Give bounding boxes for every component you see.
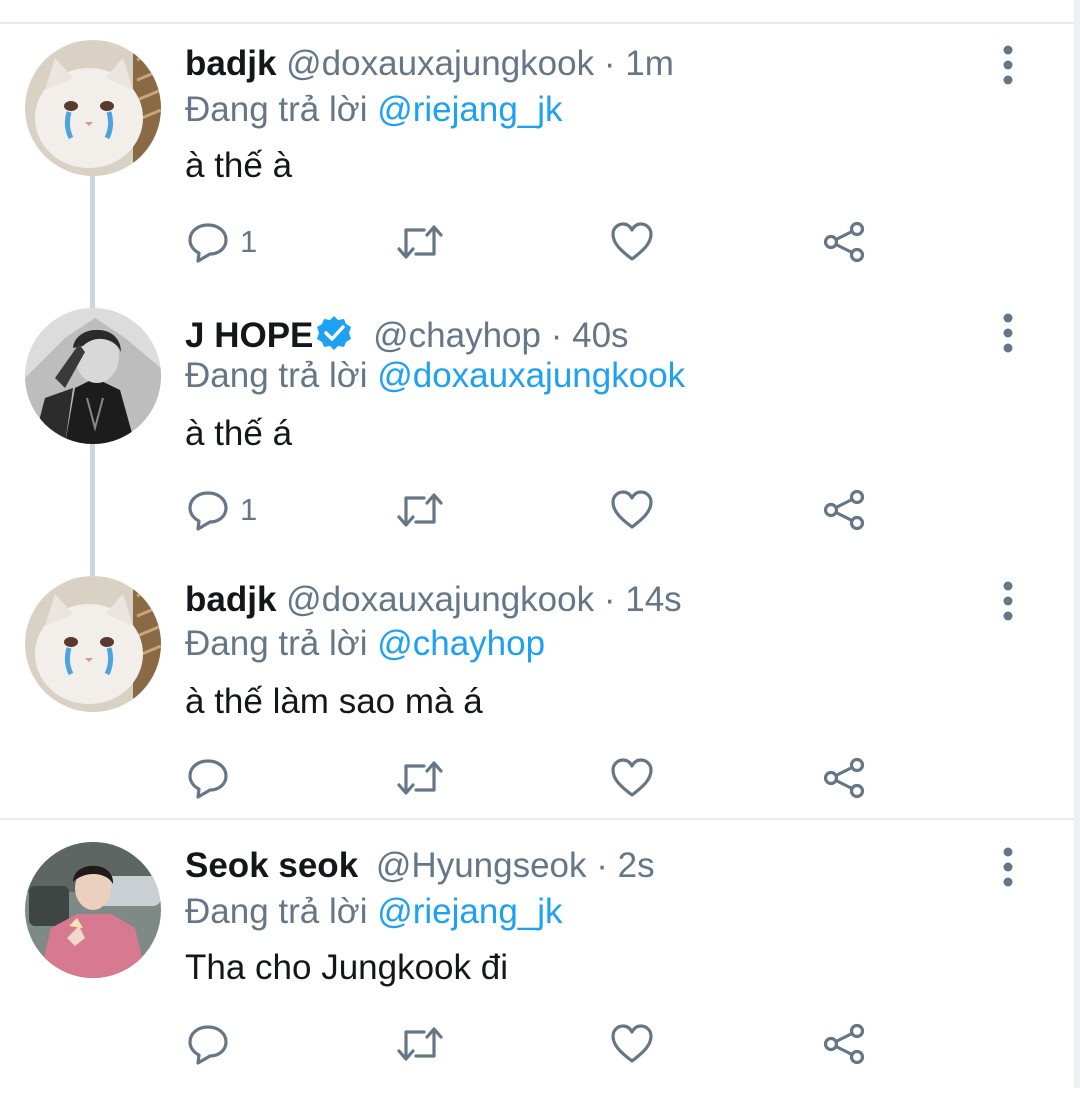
vertical-ellipsis-icon — [1003, 45, 1013, 85]
heart-outline-icon — [611, 222, 653, 261]
display-name[interactable]: badjk — [185, 44, 276, 83]
heart-outline-icon — [611, 1024, 653, 1063]
timeline-right-border — [1074, 0, 1080, 1088]
retweet-arrows-icon — [397, 761, 443, 795]
tweet-text: à thế à — [185, 146, 293, 185]
replying-prefix: Đang trả lời — [185, 624, 368, 663]
share-nodes-icon — [823, 489, 865, 531]
user-handle[interactable]: @doxauxajungkook — [286, 44, 594, 83]
tweet-text: Tha cho Jungkook đi — [185, 948, 508, 987]
retweet-arrows-icon — [397, 1027, 443, 1061]
share-button[interactable] — [822, 488, 866, 532]
more-options-button[interactable] — [996, 312, 1020, 354]
retweet-button[interactable] — [396, 488, 444, 532]
timestamp[interactable]: · 2s — [596, 846, 654, 885]
heart-outline-icon — [611, 490, 653, 529]
like-button[interactable] — [610, 488, 654, 532]
user-handle[interactable]: @chayhop — [373, 316, 541, 355]
share-nodes-icon — [823, 757, 865, 799]
vertical-ellipsis-icon — [1003, 581, 1013, 621]
tweet[interactable]: J HOPE @chayhop · 40s Đang trả lời @doxa… — [0, 308, 1074, 576]
speech-bubble-icon — [188, 491, 228, 531]
mention-link[interactable]: @riejang_jk — [377, 892, 562, 931]
user-handle[interactable]: @Hyungseok — [376, 846, 587, 885]
speech-bubble-icon — [188, 759, 228, 799]
speech-bubble-icon — [188, 223, 228, 263]
retweet-arrows-icon — [397, 225, 443, 259]
reply-button[interactable] — [186, 1022, 240, 1066]
reply-button[interactable]: 1 — [186, 488, 257, 532]
reply-button[interactable]: 1 — [186, 220, 257, 264]
retweet-button[interactable] — [396, 756, 444, 800]
reply-button[interactable] — [186, 756, 240, 800]
share-button[interactable] — [822, 220, 866, 264]
like-button[interactable] — [610, 756, 654, 800]
retweet-arrows-icon — [397, 493, 443, 527]
avatar[interactable] — [25, 40, 161, 176]
vertical-ellipsis-icon — [1003, 847, 1013, 887]
replying-prefix: Đang trả lời — [185, 892, 368, 931]
tweet[interactable]: Seok seok @Hyungseok · 2s Đang trả lời @… — [0, 842, 1074, 1110]
replying-to: Đang trả lời @doxauxajungkook — [185, 356, 685, 396]
retweet-button[interactable] — [396, 1022, 444, 1066]
display-name[interactable]: Seok seok — [185, 846, 358, 885]
avatar[interactable] — [25, 576, 161, 712]
share-nodes-icon — [823, 221, 865, 263]
timestamp[interactable]: · 14s — [604, 580, 682, 619]
tweet-header: Seok seok @Hyungseok · 2s — [185, 846, 655, 886]
display-name[interactable]: J HOPE — [185, 316, 313, 355]
avatar[interactable] — [25, 842, 161, 978]
like-button[interactable] — [610, 1022, 654, 1066]
tweet-header: badjk @doxauxajungkook · 1m — [185, 44, 674, 84]
retweet-button[interactable] — [396, 220, 444, 264]
speech-bubble-icon — [188, 1025, 228, 1065]
tweet[interactable]: badjk @doxauxajungkook · 14s Đang trả lờ… — [0, 576, 1074, 844]
user-handle[interactable]: @doxauxajungkook — [286, 580, 594, 619]
verified-badge-icon — [317, 316, 352, 350]
replying-prefix: Đang trả lời — [185, 356, 368, 395]
like-button[interactable] — [610, 220, 654, 264]
vertical-ellipsis-icon — [1003, 313, 1013, 353]
more-options-button[interactable] — [996, 44, 1020, 86]
tweet-text: à thế làm sao mà á — [185, 682, 483, 721]
mention-link[interactable]: @riejang_jk — [377, 90, 562, 129]
timestamp[interactable]: · 1m — [604, 44, 674, 83]
more-options-button[interactable] — [996, 580, 1020, 622]
replying-to: Đang trả lời @riejang_jk — [185, 90, 563, 130]
tweet-text: à thế á — [185, 414, 293, 453]
tweet-header: badjk @doxauxajungkook · 14s — [185, 580, 682, 620]
reply-count: 1 — [240, 492, 258, 527]
timestamp[interactable]: · 40s — [551, 316, 629, 355]
display-name[interactable]: badjk — [185, 580, 276, 619]
replying-to: Đang trả lời @riejang_jk — [185, 892, 563, 932]
tweet-header: J HOPE @chayhop · 40s — [185, 314, 629, 356]
share-button[interactable] — [822, 756, 866, 800]
avatar[interactable] — [25, 308, 161, 444]
reply-count: 1 — [240, 224, 258, 259]
top-divider — [0, 22, 1074, 24]
share-nodes-icon — [823, 1023, 865, 1065]
share-button[interactable] — [822, 1022, 866, 1066]
heart-outline-icon — [611, 758, 653, 797]
tweet[interactable]: badjk @doxauxajungkook · 1m Đang trả lời… — [0, 40, 1074, 308]
mention-link[interactable]: @chayhop — [377, 624, 545, 663]
more-options-button[interactable] — [996, 846, 1020, 888]
mention-link[interactable]: @doxauxajungkook — [377, 356, 685, 395]
replying-to: Đang trả lời @chayhop — [185, 624, 545, 664]
replying-prefix: Đang trả lời — [185, 90, 368, 129]
